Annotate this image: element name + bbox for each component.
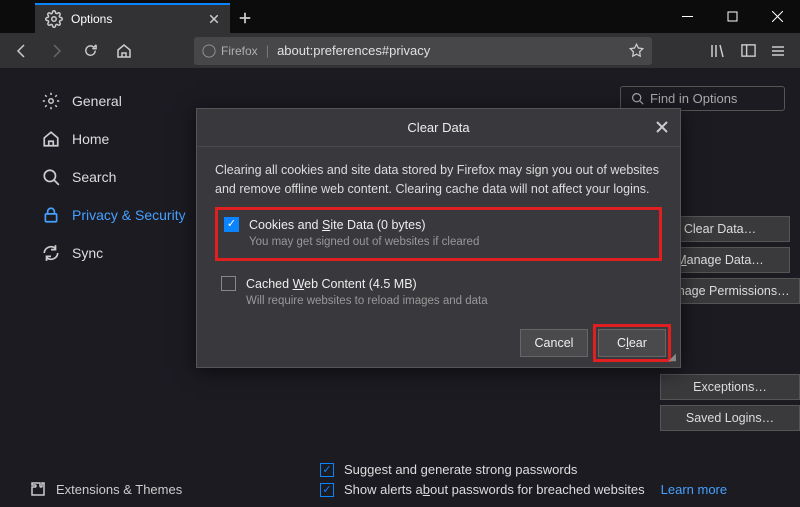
arrow-right-icon <box>48 43 64 59</box>
bookmark-star-icon[interactable] <box>629 43 644 58</box>
close-window-button[interactable] <box>755 0 800 33</box>
sidebar-item-home[interactable]: Home <box>30 120 210 158</box>
checkbox-icon: ✓ <box>320 483 334 497</box>
address-bar[interactable]: Firefox | about:preferences#privacy <box>194 37 652 65</box>
gear-icon <box>42 92 60 110</box>
home-icon <box>42 130 60 148</box>
cancel-button[interactable]: Cancel <box>520 329 588 357</box>
brand-label: Firefox <box>221 44 258 58</box>
gear-icon <box>45 10 63 28</box>
exceptions-button[interactable]: Exceptions… <box>660 374 800 400</box>
browser-tab[interactable]: Options <box>35 3 230 33</box>
option-subtitle: Will require websites to reload images a… <box>246 293 488 310</box>
extensions-themes-link[interactable]: Extensions & Themes <box>30 481 182 497</box>
new-tab-button[interactable] <box>230 3 260 33</box>
checkbox-label: Suggest and generate strong passwords <box>344 462 577 477</box>
search-icon <box>42 168 60 186</box>
url-text: about:preferences#privacy <box>277 43 621 58</box>
home-icon <box>116 43 132 59</box>
checkbox-label: Show alerts about passwords for breached… <box>344 482 645 497</box>
suggest-passwords-checkbox[interactable]: ✓ Suggest and generate strong passwords <box>320 462 727 477</box>
saved-logins-button[interactable]: Saved Logins… <box>660 405 800 431</box>
sidebar-item-label: Sync <box>72 245 103 261</box>
sidebar-item-label: Privacy & Security <box>72 207 186 223</box>
puzzle-icon <box>30 481 46 497</box>
option-title: Cookies and Site Data (0 bytes) <box>249 216 479 235</box>
identity-box[interactable]: Firefox <box>202 44 258 58</box>
checkbox-icon: ✓ <box>320 463 334 477</box>
sidebar-icon <box>741 43 756 58</box>
sidebar-item-label: General <box>72 93 122 109</box>
checkbox-checked-icon: ✓ <box>224 217 239 232</box>
sidebar-item-label: Search <box>72 169 116 185</box>
tab-title: Options <box>71 12 200 26</box>
forward-button <box>42 37 70 65</box>
option-subtitle: You may get signed out of websites if cl… <box>249 234 479 251</box>
resize-grip-icon[interactable]: ◢ <box>668 352 676 363</box>
home-button[interactable] <box>110 37 138 65</box>
sidebar-item-sync[interactable]: Sync <box>30 234 210 272</box>
reload-button[interactable] <box>76 37 104 65</box>
sidebar-item-search[interactable]: Search <box>30 158 210 196</box>
search-icon <box>631 92 644 105</box>
ext-themes-label: Extensions & Themes <box>56 482 182 497</box>
sidebar-button[interactable] <box>734 37 762 65</box>
sidebar-item-general[interactable]: General <box>30 82 210 120</box>
sidebar-item-privacy[interactable]: Privacy & Security <box>30 196 210 234</box>
arrow-left-icon <box>14 43 30 59</box>
hamburger-icon <box>770 43 786 59</box>
menu-button[interactable] <box>764 37 792 65</box>
plus-icon <box>238 11 252 25</box>
close-icon[interactable] <box>208 13 220 25</box>
library-icon <box>710 43 726 59</box>
cached-web-content-option[interactable]: Cached Web Content (4.5 MB) Will require… <box>215 269 662 317</box>
clear-data-dialog: Clear Data Clearing all cookies and site… <box>196 108 681 368</box>
sync-icon <box>42 244 60 262</box>
option-title: Cached Web Content (4.5 MB) <box>246 275 488 294</box>
clear-button[interactable]: Clear <box>598 329 666 357</box>
checkbox-empty-icon <box>221 276 236 291</box>
lock-icon <box>42 206 60 224</box>
preferences-sidebar: General Home Search Privacy & Security S… <box>0 68 210 507</box>
firefox-icon <box>202 44 216 58</box>
search-placeholder: Find in Options <box>650 91 737 106</box>
back-button[interactable] <box>8 37 36 65</box>
sidebar-item-label: Home <box>72 131 109 147</box>
cookies-site-data-option[interactable]: ✓ Cookies and Site Data (0 bytes) You ma… <box>215 207 662 261</box>
library-button[interactable] <box>704 37 732 65</box>
close-icon[interactable] <box>654 119 670 135</box>
dialog-title-bar: Clear Data <box>197 109 680 147</box>
dialog-title: Clear Data <box>407 120 469 135</box>
learn-more-link[interactable]: Learn more <box>661 482 727 497</box>
minimize-button[interactable] <box>665 0 710 33</box>
dialog-description: Clearing all cookies and site data store… <box>215 161 662 199</box>
maximize-button[interactable] <box>710 0 755 33</box>
reload-icon <box>83 43 98 58</box>
breach-alerts-checkbox[interactable]: ✓ Show alerts about passwords for breach… <box>320 482 727 497</box>
